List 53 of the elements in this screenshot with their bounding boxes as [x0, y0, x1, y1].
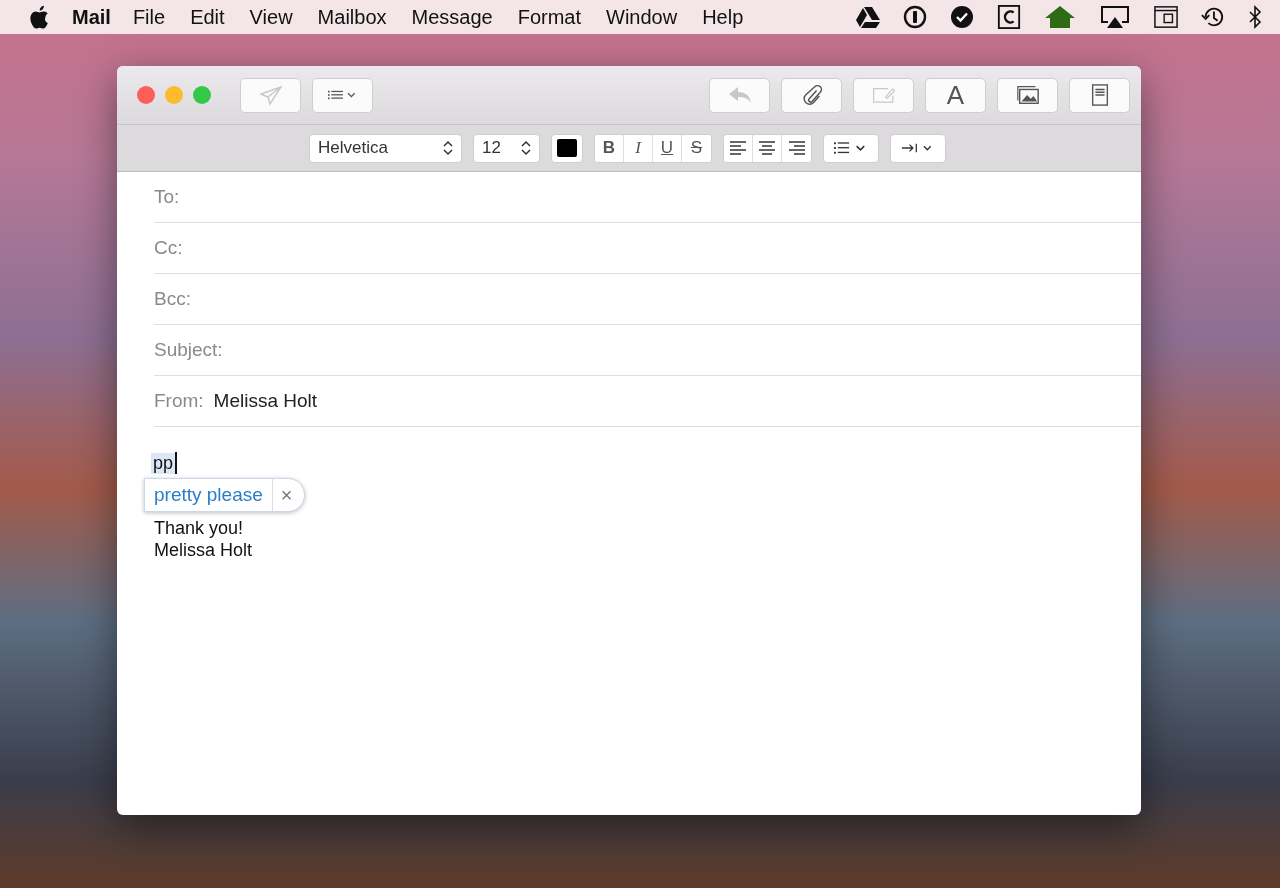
align-lines-icon [758, 141, 776, 155]
menu-item[interactable]: File [132, 5, 166, 29]
photo-browser-button[interactable] [997, 77, 1058, 113]
field-label: Subject: [154, 339, 223, 361]
list-chevron-icon [834, 141, 868, 155]
field-value: Melissa Holt [213, 390, 318, 412]
field-label: Cc: [154, 237, 183, 259]
font-size-select[interactable]: 12 [473, 133, 540, 163]
text-cursor [175, 452, 177, 474]
field-label: Bcc: [154, 288, 191, 310]
up-down-chevron-icon [443, 140, 453, 156]
indent-button[interactable] [890, 133, 946, 163]
field-label: From: [154, 390, 204, 412]
bold-button[interactable]: B [595, 134, 624, 162]
attach-button[interactable] [781, 77, 842, 113]
menu-item[interactable]: Window [606, 5, 678, 29]
fonts-button[interactable]: A [925, 77, 986, 113]
list-style-button[interactable] [823, 133, 879, 163]
time-machine-icon[interactable] [1201, 5, 1225, 29]
typed-text: pp [151, 452, 176, 474]
menu-item[interactable]: Mailbox [317, 5, 387, 29]
suggestion-text[interactable]: pretty please [145, 479, 273, 511]
dismiss-button[interactable]: × [272, 483, 305, 507]
checkmark-circle-icon[interactable] [950, 5, 974, 29]
menu-item[interactable]: View [249, 5, 293, 29]
menu-item[interactable]: Format [517, 5, 582, 29]
body-text-line: Melissa Holt [154, 539, 254, 561]
up-down-chevron-icon [521, 140, 531, 156]
header-field[interactable]: Cc: [154, 223, 1141, 274]
menu-item[interactable]: Edit [190, 5, 225, 29]
header-field[interactable]: From: Melissa Holt [154, 376, 1141, 427]
stationery-button[interactable] [1069, 77, 1130, 113]
app-menu[interactable]: Mail [72, 5, 111, 29]
align-lines-icon [729, 141, 747, 155]
list-chevron-icon [327, 88, 358, 102]
letter-c-icon[interactable] [997, 5, 1021, 29]
menu-item[interactable]: Help [702, 5, 744, 29]
triangle-logo-icon[interactable] [856, 5, 880, 29]
house-icon[interactable] [1044, 5, 1076, 29]
color-swatch-icon [557, 139, 577, 157]
photo-icon [1015, 84, 1040, 106]
align-lines-icon [787, 141, 806, 155]
body-text-line: Thank you! [154, 517, 245, 539]
paper-plane-icon [258, 84, 283, 106]
text-color-button[interactable] [551, 133, 583, 163]
key-circle-icon[interactable] [903, 5, 927, 29]
font-family-select[interactable]: Helvetica [309, 133, 462, 163]
field-label: To: [154, 186, 180, 208]
bluetooth-icon[interactable] [1248, 5, 1262, 29]
align-left-button[interactable] [724, 134, 753, 162]
header-fields-button[interactable] [312, 77, 373, 113]
menu-item[interactable]: Message [411, 5, 493, 29]
airplay-icon[interactable] [1099, 5, 1131, 29]
